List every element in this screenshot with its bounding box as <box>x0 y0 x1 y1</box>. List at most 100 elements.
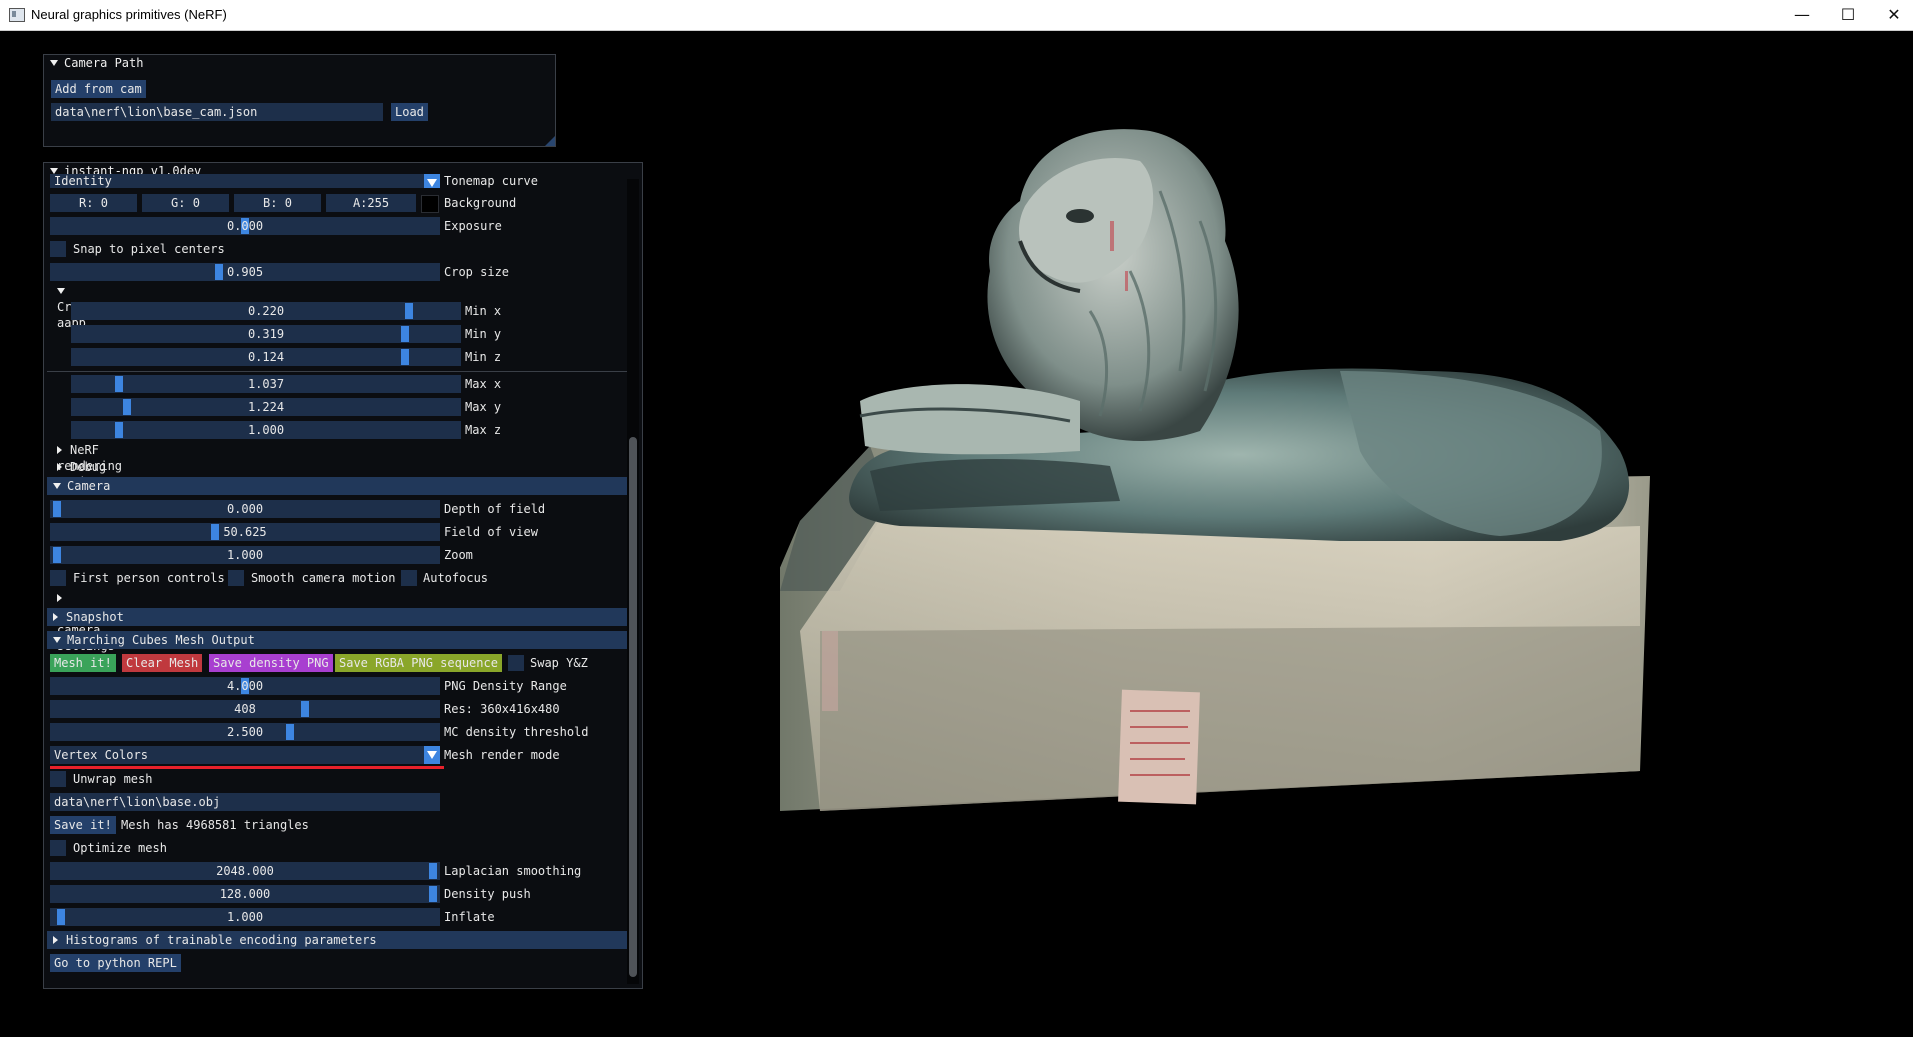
bg-a-field[interactable]: A:255 <box>326 194 416 212</box>
max-z-value: 1.000 <box>247 423 285 437</box>
load-button[interactable]: Load <box>391 103 428 121</box>
expand-arrow-icon[interactable] <box>53 612 58 621</box>
collapse-arrow-icon[interactable] <box>53 482 61 489</box>
tree-closed-icon[interactable] <box>57 445 62 454</box>
close-button[interactable]: ✕ <box>1871 0 1913 30</box>
save-density-button[interactable]: Save density PNG <box>209 654 333 672</box>
camera-section-header[interactable]: Camera <box>47 477 627 495</box>
autofocus-checkbox[interactable] <box>401 570 417 586</box>
render-mode-combo[interactable]: Vertex Colors <box>50 746 440 764</box>
tree-open-icon[interactable] <box>57 287 65 294</box>
laplacian-slider[interactable]: 2048.000 <box>50 862 440 880</box>
min-x-label: Min x <box>465 304 502 318</box>
density-push-label: Density push <box>444 887 531 901</box>
res-slider-grab[interactable] <box>301 701 309 717</box>
autofocus-label: Autofocus <box>423 571 489 585</box>
min-z-slider[interactable]: 0.124 <box>71 348 461 366</box>
python-repl-button[interactable]: Go to python REPL <box>50 954 181 972</box>
crop-size-slider-grab[interactable] <box>215 264 223 280</box>
smooth-motion-checkbox[interactable] <box>228 570 244 586</box>
app-icon <box>9 8 25 22</box>
png-density-slider[interactable]: 4.000 <box>50 677 440 695</box>
max-y-slider-grab[interactable] <box>123 399 131 415</box>
save-it-button[interactable]: Save it! <box>50 816 116 834</box>
max-x-slider[interactable]: 1.037 <box>71 375 461 393</box>
tree-closed-icon[interactable] <box>57 593 62 602</box>
mc-threshold-slider-grab[interactable] <box>286 724 294 740</box>
histograms-section-header[interactable]: Histograms of trainable encoding paramet… <box>47 931 627 949</box>
camera-path-input[interactable]: data\nerf\lion\base_cam.json <box>51 103 383 121</box>
max-z-slider-grab[interactable] <box>115 422 123 438</box>
laplacian-label: Laplacian smoothing <box>444 864 582 878</box>
minimize-button[interactable]: — <box>1779 0 1825 30</box>
tree-closed-icon[interactable] <box>57 462 62 471</box>
save-rgba-button[interactable]: Save RGBA PNG sequence <box>335 654 502 672</box>
max-x-slider-grab[interactable] <box>115 376 123 392</box>
obj-path-input[interactable]: data\nerf\lion\base.obj <box>50 793 440 811</box>
snap-label: Snap to pixel centers <box>73 242 225 256</box>
res-label: Res: 360x416x480 <box>444 702 560 716</box>
min-y-slider[interactable]: 0.319 <box>71 325 461 343</box>
inflate-slider-grab[interactable] <box>57 909 65 925</box>
collapse-arrow-icon[interactable] <box>53 636 61 643</box>
density-push-slider-grab[interactable] <box>429 886 437 902</box>
optimize-checkbox[interactable] <box>50 840 66 856</box>
mc-threshold-slider[interactable]: 2.500 <box>50 723 440 741</box>
max-y-slider[interactable]: 1.224 <box>71 398 461 416</box>
bg-r-field[interactable]: R: 0 <box>50 194 137 212</box>
tonemap-combo[interactable]: Identity <box>50 174 440 188</box>
render-viewport[interactable]: Camera Path Add from cam data\nerf\lion\… <box>0 31 1913 1037</box>
expand-arrow-icon[interactable] <box>53 935 58 944</box>
scrollbar-thumb[interactable] <box>629 437 637 977</box>
max-z-slider[interactable]: 1.000 <box>71 421 461 439</box>
background-color-swatch[interactable] <box>421 195 439 213</box>
crop-size-value: 0.905 <box>226 265 264 279</box>
tonemap-value: Identity <box>54 174 112 188</box>
resize-grip-icon[interactable] <box>545 136 555 146</box>
png-density-label: PNG Density Range <box>444 679 567 693</box>
dof-slider[interactable]: 0.000 <box>50 500 440 518</box>
mc-section-title: Marching Cubes Mesh Output <box>67 633 255 647</box>
tonemap-label: Tonemap curve <box>444 174 538 188</box>
zoom-slider[interactable]: 1.000 <box>50 546 440 564</box>
fov-slider[interactable]: 50.625 <box>50 523 440 541</box>
crop-size-slider[interactable]: 0.905 <box>50 263 440 281</box>
min-x-slider-grab[interactable] <box>405 303 413 319</box>
chevron-down-icon[interactable] <box>424 746 440 764</box>
first-person-checkbox[interactable] <box>50 570 66 586</box>
unwrap-checkbox[interactable] <box>50 771 66 787</box>
max-x-value: 1.037 <box>247 377 285 391</box>
laplacian-slider-grab[interactable] <box>429 863 437 879</box>
window-titlebar: Neural graphics primitives (NeRF) — ☐ ✕ <box>0 0 1913 31</box>
add-from-cam-button[interactable]: Add from cam <box>51 80 146 98</box>
collapse-arrow-icon[interactable] <box>50 167 58 174</box>
optimize-label: Optimize mesh <box>73 841 167 855</box>
swap-yz-checkbox[interactable] <box>508 655 524 671</box>
mesh-it-button[interactable]: Mesh it! <box>50 654 116 672</box>
collapse-arrow-icon[interactable] <box>50 59 58 66</box>
min-z-slider-grab[interactable] <box>401 349 409 365</box>
dof-slider-grab[interactable] <box>53 501 61 517</box>
zoom-slider-grab[interactable] <box>53 547 61 563</box>
density-push-slider[interactable]: 128.000 <box>50 885 440 903</box>
min-y-slider-grab[interactable] <box>401 326 409 342</box>
mc-threshold-value: 2.500 <box>226 725 264 739</box>
fov-slider-grab[interactable] <box>211 524 219 540</box>
chevron-down-icon[interactable] <box>424 174 440 188</box>
bg-g-field[interactable]: G: 0 <box>142 194 229 212</box>
fov-value: 50.625 <box>223 525 267 539</box>
panel-scrollbar[interactable] <box>627 179 639 984</box>
mc-section-header[interactable]: Marching Cubes Mesh Output <box>47 631 627 649</box>
min-x-slider[interactable]: 0.220 <box>71 302 461 320</box>
inflate-slider[interactable]: 1.000 <box>50 908 440 926</box>
res-slider[interactable]: 408 <box>50 700 440 718</box>
camera-path-header[interactable]: Camera Path <box>44 55 555 71</box>
snap-checkbox[interactable] <box>50 241 66 257</box>
background-label: Background <box>444 196 517 210</box>
clear-mesh-button[interactable]: Clear Mesh <box>122 654 203 672</box>
exposure-slider[interactable]: 0.000 <box>50 217 440 235</box>
maximize-button[interactable]: ☐ <box>1825 0 1871 30</box>
bg-b-field[interactable]: B: 0 <box>234 194 321 212</box>
snapshot-section-header[interactable]: Snapshot <box>47 608 627 626</box>
camera-path-window[interactable]: Camera Path Add from cam data\nerf\lion\… <box>43 54 556 147</box>
